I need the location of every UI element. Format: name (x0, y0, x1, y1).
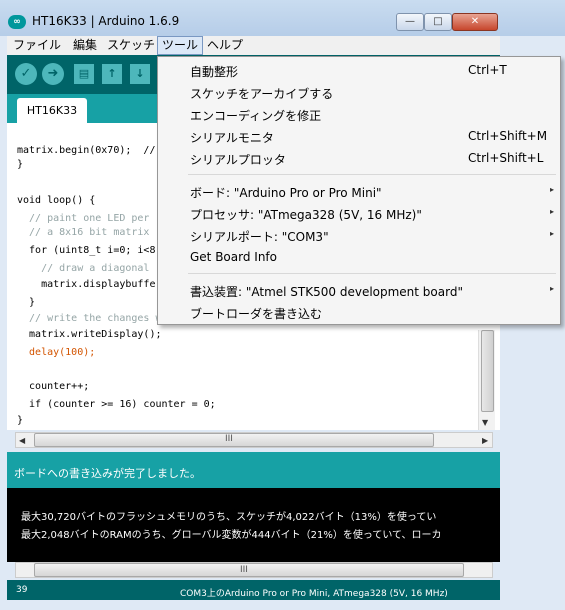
menu-item-label: シリアルモニタ (190, 131, 274, 145)
menu-item-label: ボード: "Arduino Pro or Pro Mini" (190, 186, 382, 200)
menu-item-board[interactable]: ボード: "Arduino Pro or Pro Mini" ▸ (158, 180, 560, 202)
menu-sketch[interactable]: スケッチ (103, 36, 159, 55)
console-scroll-thumb[interactable] (34, 563, 464, 577)
submenu-arrow-icon: ▸ (550, 185, 555, 194)
menu-item-label: プロセッサ: "ATmega328 (5V, 16 MHz)" (190, 208, 422, 222)
menu-item-label: 書込装置: "Atmel STK500 development board" (190, 285, 463, 299)
close-button[interactable]: ✕ (452, 13, 498, 31)
menu-item-auto-format[interactable]: 自動整形 Ctrl+T (158, 59, 560, 81)
menu-separator (188, 273, 556, 274)
menu-item-label: シリアルプロッタ (190, 153, 286, 167)
code-line: counter++; (17, 381, 90, 392)
editor-horizontal-scroll-thumb[interactable] (34, 433, 434, 447)
status-message: ボードへの書き込みが完了しました。 (14, 467, 201, 480)
menu-item-label: エンコーディングを修正 (190, 109, 322, 123)
code-line: } (17, 297, 36, 308)
menu-item-shortcut: Ctrl+Shift+M (468, 129, 548, 143)
submenu-arrow-icon: ▸ (550, 229, 555, 238)
menu-item-label: スケッチをアーカイブする (190, 87, 334, 101)
menu-file[interactable]: ファイル (9, 36, 65, 55)
menu-item-label: Get Board Info (190, 250, 277, 264)
console-line: 最大2,048バイトのRAMのうち、グローバル変数が444バイト（21%）を使っ… (21, 530, 442, 541)
code-line: void loop() { (17, 195, 96, 206)
code-line: } (17, 415, 24, 426)
minimize-button[interactable]: — (396, 13, 424, 31)
scroll-left-arrow[interactable]: ◀ (19, 436, 25, 445)
menu-item-burn-bootloader[interactable]: ブートローダを書き込む (158, 301, 560, 323)
menu-tools[interactable]: ツール (157, 36, 204, 55)
scroll-grip: III (225, 434, 233, 444)
menu-item-archive-sketch[interactable]: スケッチをアーカイブする (158, 81, 560, 103)
window-title: HT16K33 | Arduino 1.6.9 (32, 14, 180, 28)
tab-ht16k33[interactable]: HT16K33 (17, 98, 87, 123)
open-sketch-button[interactable]: ↑ (102, 64, 122, 84)
menu-help[interactable]: ヘルプ (203, 36, 247, 55)
save-sketch-button[interactable]: ↓ (130, 64, 150, 84)
submenu-arrow-icon: ▸ (550, 207, 555, 216)
verify-button[interactable]: ✓ (15, 63, 37, 85)
menu-item-shortcut: Ctrl+Shift+L (468, 151, 544, 165)
menu-item-fix-encoding[interactable]: エンコーディングを修正 (158, 103, 560, 125)
menu-edit[interactable]: 編集 (69, 36, 101, 55)
menu-item-serial-port[interactable]: シリアルポート: "COM3" ▸ (158, 224, 560, 246)
new-sketch-button[interactable]: ▤ (74, 64, 94, 84)
line-number: 39 (16, 585, 28, 595)
menu-item-label: ブートローダを書き込む (190, 307, 323, 321)
submenu-arrow-icon: ▸ (550, 284, 555, 293)
menu-item-label: シリアルポート: "COM3" (190, 230, 329, 244)
code-line: } (17, 159, 24, 170)
board-port-info: COM3上のArduino Pro or Pro Mini, ATmega328… (180, 589, 448, 599)
code-line: matrix.writeDisplay(); (17, 329, 162, 340)
maximize-button[interactable]: □ (424, 13, 452, 31)
menu-item-shortcut: Ctrl+T (468, 63, 507, 77)
menu-item-processor[interactable]: プロセッサ: "ATmega328 (5V, 16 MHz)" ▸ (158, 202, 560, 224)
menu-item-label: 自動整形 (190, 65, 239, 79)
menu-separator (188, 174, 556, 175)
menu-item-get-board-info[interactable]: Get Board Info (158, 246, 560, 268)
menu-item-serial-plotter[interactable]: シリアルプロッタ Ctrl+Shift+L (158, 147, 560, 169)
tools-dropdown-menu: 自動整形 Ctrl+T スケッチをアーカイブする エンコーディングを修正 シリア… (157, 56, 561, 325)
console-output[interactable]: 最大30,720バイトのフラッシュメモリのうち、スケッチが4,022バイト（13… (7, 488, 500, 562)
console-line: 最大30,720バイトのフラッシュメモリのうち、スケッチが4,022バイト（13… (21, 512, 437, 523)
menu-item-serial-monitor[interactable]: シリアルモニタ Ctrl+Shift+M (158, 125, 560, 147)
menu-bar: ファイル 編集 スケッチ ツール ヘルプ (7, 36, 500, 55)
code-line: if (counter >= 16) counter = 0; (17, 399, 216, 410)
editor-vertical-scroll-thumb[interactable] (481, 330, 494, 412)
code-line: delay(100); (17, 347, 96, 358)
upload-button[interactable]: ➜ (42, 63, 64, 85)
menu-item-programmer[interactable]: 書込装置: "Atmel STK500 development board" ▸ (158, 279, 560, 301)
scroll-down-arrow[interactable]: ▼ (482, 418, 488, 427)
scroll-right-arrow[interactable]: ▶ (482, 436, 488, 445)
scroll-grip: III (240, 565, 248, 575)
arduino-logo-icon: ∞ (8, 15, 26, 29)
